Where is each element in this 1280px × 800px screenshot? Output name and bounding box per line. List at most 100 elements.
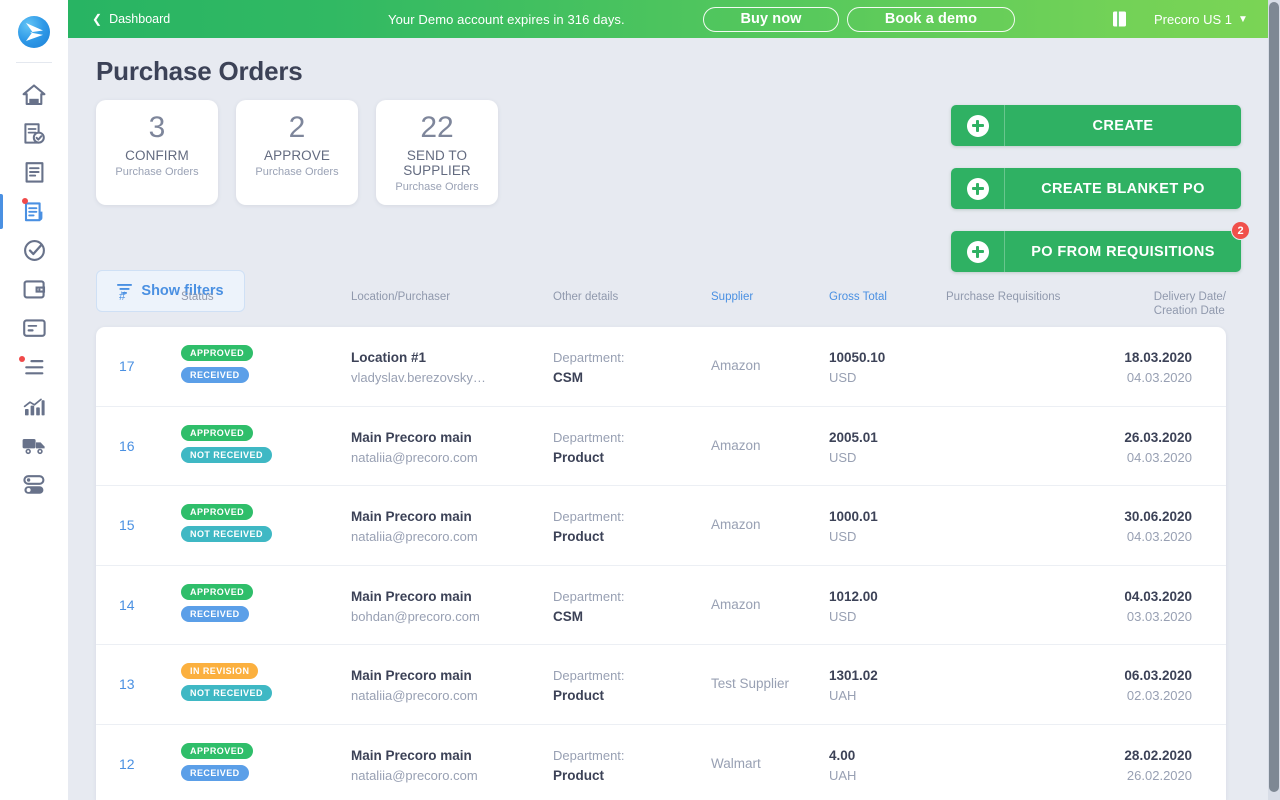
dates-cell: 06.03.2020 02.03.2020 [1124,666,1192,705]
department-label: Department: [553,588,625,604]
action-label: CREATE [1092,117,1154,134]
department-label: Department: [553,668,625,683]
status-cell: APPROVED RECEIVED [181,583,254,622]
column-header-total[interactable]: Gross Total [829,290,887,304]
table-row[interactable]: 17 APPROVED RECEIVED Location #1 vladyslav.b… [96,327,1226,407]
delivery-date: 04.03.2020 [1124,588,1192,604]
sidebar-item-rfp[interactable] [0,153,68,192]
creation-date: 26.02.2020 [1126,767,1192,783]
action-label: CREATE BLANKET PO [1041,180,1205,197]
table-row[interactable]: 14 APPROVED RECEIVED Main Precoro main bohda… [96,566,1226,645]
column-header-req: Purchase Requisitions [946,291,1061,303]
sidebar-item-purchase-orders[interactable] [0,192,68,231]
stat-card[interactable]: 22 SEND TO SUPPLIER Purchase Orders [376,100,498,205]
department-label: Department: [553,429,625,445]
location-name: Main Precoro main [351,668,472,683]
location-purchaser-cell: Main Precoro main nataliia@precoro.com [351,428,478,467]
status-badge: APPROVED [181,504,254,520]
sidebar-item-requisitions[interactable] [0,114,68,153]
location-purchaser-cell: Location #1 vladyslav.berezovsky… [351,348,486,387]
po-number[interactable]: 12 [119,756,135,772]
page-scrollbar-thumb[interactable] [1269,2,1279,792]
table-row[interactable]: 13 IN REVISION NOT RECEIVED Main Precoro ma… [96,645,1226,725]
stat-count: 22 [420,111,454,144]
stat-card[interactable]: 3 CONFIRM Purchase Orders [96,100,218,205]
gross-total-cell: 1000.01 USD [829,507,878,546]
currency-code: USD [829,449,857,465]
plus-icon [951,105,1005,146]
sidebar-item-lists[interactable] [0,348,68,387]
table-row[interactable]: 16 APPROVED NOT RECEIVED Main Precoro main n… [96,407,1226,486]
other-details-cell: Department: CSM [553,587,625,626]
sidebar [0,0,68,800]
sidebar-item-invoices[interactable] [0,309,68,348]
po-number[interactable]: 15 [119,517,135,533]
po-number[interactable]: 13 [119,676,135,692]
column-header-dates: Delivery Date/Creation Date [1153,291,1226,317]
sidebar-item-expenses[interactable] [0,270,68,309]
stat-cards: 3 CONFIRM Purchase Orders 2 APPROVE Purchase … [96,100,498,205]
sidebar-item-receipts[interactable] [0,231,68,270]
sidebar-item-home[interactable] [0,75,68,114]
app-logo[interactable] [18,16,50,48]
gross-total-cell: 4.00 UAH [829,746,856,785]
check-circle-icon [22,238,47,263]
requisitions-button[interactable]: PO FROM REQUISITIONS 2 [951,221,1250,272]
column-header-num[interactable]: # [119,290,125,304]
supplier-name: Walmart [711,755,761,771]
table-row[interactable]: 12 APPROVED RECEIVED Main Precoro main natal… [96,725,1226,800]
gross-total-cell: 2005.01 USD [829,428,878,467]
stat-count: 3 [148,111,166,144]
delivery-date: 30.06.2020 [1124,509,1192,524]
book-a-demo-button[interactable]: Book a demo [847,6,1015,32]
other-details-cell: Department: Product [553,746,625,785]
status-badge: APPROVED [181,424,254,441]
create-button[interactable]: CREATE [951,105,1241,146]
status-cell: APPROVED NOT RECEIVED [181,424,272,463]
stat-action-label: SEND TO SUPPLIER [403,148,471,178]
company-selector[interactable]: Precoro US 1 ▼ [1154,12,1248,27]
supplier-name: Amazon [711,358,761,373]
book-icon[interactable] [1109,9,1129,29]
delivery-date: 06.03.2020 [1124,668,1192,683]
stat-subtitle: Purchase Orders [395,181,479,193]
po-number[interactable]: 17 [119,358,135,374]
sidebar-item-settings[interactable] [0,465,68,504]
sidebar-item-suppliers[interactable] [0,426,68,465]
location-name: Main Precoro main [351,509,472,524]
sidebar-nav [0,75,68,504]
stat-card[interactable]: 2 APPROVE Purchase Orders [236,100,358,205]
notification-dot [22,198,28,204]
truck-icon [21,435,48,456]
column-header-supp[interactable]: Supplier [711,290,753,304]
list-icon [22,358,47,377]
dates-cell: 18.03.2020 04.03.2020 [1124,348,1192,387]
sidebar-item-reports[interactable] [0,387,68,426]
column-header-other: Other details [553,291,619,303]
status-badge: IN REVISION [181,663,259,679]
other-details-cell: Department: Product [553,666,625,705]
creation-date: 04.03.2020 [1126,529,1192,544]
po-number[interactable]: 14 [119,597,135,613]
status-cell: IN REVISION NOT RECEIVED [181,663,272,701]
table-header-row: # Status Location/Purchaser Other details Su… [96,290,1226,332]
department-value: CSM [553,370,583,385]
stat-action-label: CONFIRM [125,148,189,163]
po-number[interactable]: 16 [119,438,135,454]
gross-total-amount: 1000.01 [829,509,878,524]
sidebar-divider [16,62,52,63]
table-row[interactable]: 15 APPROVED NOT RECEIVED Main Precoro main n… [96,486,1226,566]
page-title: Purchase Orders [96,56,303,86]
department-label: Department: [553,350,625,365]
dashboard-back-link[interactable]: ❮ Dashboard [92,12,170,26]
supplier-name: Amazon [711,517,761,532]
buy-now-button[interactable]: Buy now [703,6,839,32]
purchaser-email: nataliia@precoro.com [351,767,478,783]
status-cell: APPROVED NOT RECEIVED [181,504,272,542]
status-badge: APPROVED [181,583,254,600]
main-content: Purchase Orders 3 CONFIRM Purchase Orders 2… [68,38,1268,800]
status-badge: RECEIVED [181,605,249,622]
dates-cell: 28.02.2020 26.02.2020 [1124,746,1192,785]
blanket-button[interactable]: CREATE BLANKET PO [951,168,1241,209]
department-value: Product [553,767,605,783]
